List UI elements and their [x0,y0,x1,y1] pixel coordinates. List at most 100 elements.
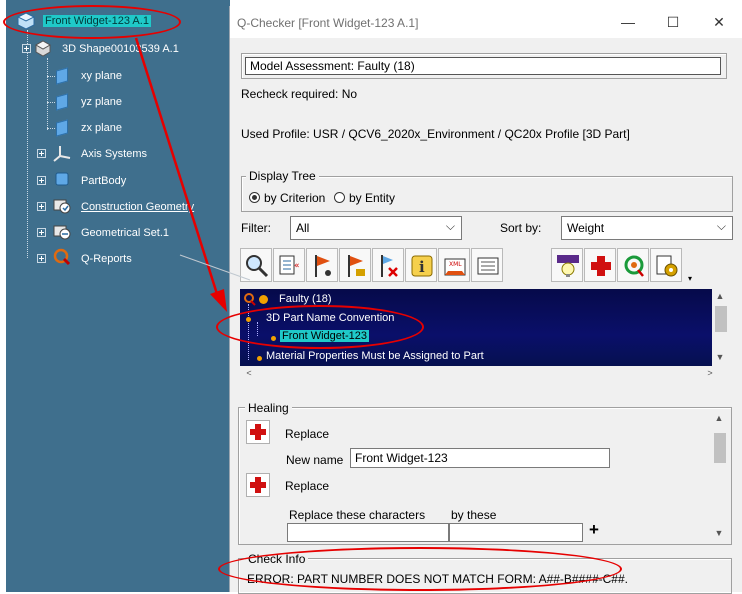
criterion-status-icon [257,356,262,361]
recheck-status: Recheck required: No [241,87,358,101]
healing-legend: Healing [245,401,292,415]
replace-label-1: Replace [285,427,330,441]
results-horizontal-scrollbar[interactable]: < > [240,366,730,383]
scroll-right-icon[interactable]: > [702,368,718,378]
radio-by-entity[interactable] [334,192,345,203]
svg-text:XML: XML [449,261,462,268]
chevron-down-icon: ⌵ [716,219,726,233]
replace-chars-input[interactable] [287,523,449,542]
report-list-button[interactable] [471,248,503,282]
plane-icon [56,119,68,137]
tree-item-geometrical-set[interactable]: Geometrical Set.1 [81,227,169,239]
assessment-value: Model Assessment: Faulty (18) [245,57,721,75]
xml-icon: XML [444,258,466,276]
report-list-icon [477,257,499,275]
flag-view-button[interactable] [306,248,338,282]
filter-dropdown[interactable]: All ⌵ [290,216,462,240]
plane-icon [56,93,68,111]
heal-replace-button[interactable] [246,420,270,444]
radio-by-criterion[interactable] [249,192,260,203]
q-reports-icon [53,248,71,266]
filter-value: All [296,221,310,235]
tree-item-zx-plane[interactable]: zx plane [81,122,122,134]
add-replacement-button[interactable]: + [589,520,599,540]
heal-button[interactable] [584,248,616,282]
radio-by-criterion-label[interactable]: by Criterion [264,191,325,205]
healing-scrollbar[interactable]: ▲ ▼ [711,411,728,542]
result-node-faulty[interactable]: Faulty (18) [279,293,332,305]
annotation-oval-tree-root [3,5,181,39]
sort-value: Weight [567,221,605,235]
expand-icon[interactable] [22,44,31,53]
expand-icon[interactable] [37,149,46,158]
toolbar-overflow-icon[interactable]: ▾ [688,274,692,283]
refresh-button[interactable] [617,248,649,282]
sort-dropdown[interactable]: Weight ⌵ [561,216,733,240]
q-report-node-icon [244,293,256,306]
red-cross-icon [250,424,266,440]
expand-icon[interactable] [37,254,46,263]
tree-item-axis-systems[interactable]: Axis Systems [81,148,147,160]
chevron-down-icon: ⌵ [445,219,455,233]
xml-export-button[interactable]: XML [438,248,470,282]
replace-label-2: Replace [285,479,330,493]
scroll-down-icon[interactable]: ▼ [712,352,728,362]
3d-shape-icon [34,40,52,57]
by-these-input[interactable] [449,523,583,542]
scroll-thumb[interactable] [715,306,727,332]
radio-by-entity-label[interactable]: by Entity [349,191,395,205]
analyze-button[interactable] [240,248,272,282]
filter-label: Filter: [241,221,271,235]
hint-button[interactable] [551,248,583,282]
dialog-title: Q-Checker [Front Widget-123 A.1] [237,16,419,30]
scroll-thumb[interactable] [714,433,726,463]
settings-button[interactable] [650,248,682,282]
expand-icon[interactable] [37,202,46,211]
display-tree-legend: Display Tree [246,169,319,183]
flag-delete-icon [381,255,398,277]
spec-tree: Front Widget-123 A.1 3D Shape00103539 A.… [6,0,230,592]
axis-system-icon [53,146,71,162]
new-name-input[interactable]: Front Widget-123 [350,448,610,468]
heal-icon [591,256,611,276]
tree-item-3d-shape[interactable]: 3D Shape00103539 A.1 [62,43,179,55]
minimize-button[interactable]: — [613,10,643,34]
plane-icon [56,67,68,85]
title-bar: Q-Checker [Front Widget-123 A.1] — ☐ ✕ [230,6,742,38]
info-button[interactable]: i [405,248,437,282]
list-button[interactable]: « [273,248,305,282]
result-node-material-properties[interactable]: Material Properties Must be Assigned to … [266,350,484,362]
annotation-oval-check-info [218,547,622,591]
scroll-down-icon[interactable]: ▼ [711,528,727,538]
expand-icon[interactable] [37,228,46,237]
tree-item-q-reports[interactable]: Q-Reports [81,253,132,265]
expand-icon[interactable] [37,176,46,185]
part-body-icon [55,172,69,186]
scroll-up-icon[interactable]: ▲ [712,291,728,301]
close-button[interactable]: ✕ [704,10,734,34]
q-checker-dialog: Q-Checker [Front Widget-123 A.1] — ☐ ✕ M… [229,6,742,594]
tree-connector [27,30,28,258]
info-icon: i [411,255,433,277]
results-vertical-scrollbar[interactable]: ▲ ▼ [712,289,730,366]
annotation-oval-result [216,305,424,349]
tree-item-yz-plane[interactable]: yz plane [81,96,122,108]
svg-text:i: i [419,258,425,276]
replace-chars-label: Replace these characters [289,508,426,522]
construction-geometry-icon [53,199,71,214]
faulty-status-icon [259,295,268,304]
flag-delete-button[interactable] [372,248,404,282]
tree-item-construction-geometry[interactable]: Construction Geometry [81,201,194,213]
tree-item-xy-plane[interactable]: xy plane [81,70,122,82]
flag-lock-button[interactable] [339,248,371,282]
scroll-up-icon[interactable]: ▲ [711,413,727,423]
scroll-left-icon[interactable]: < [241,368,257,378]
new-name-label: New name [286,453,344,467]
by-these-label: by these [451,508,497,522]
maximize-button[interactable]: ☐ [658,10,688,34]
heal-replace-chars-button[interactable] [246,473,270,497]
settings-icon [656,255,678,277]
flag-view-icon [315,255,331,277]
tree-item-partbody[interactable]: PartBody [81,175,126,187]
list-icon: « [279,255,300,275]
